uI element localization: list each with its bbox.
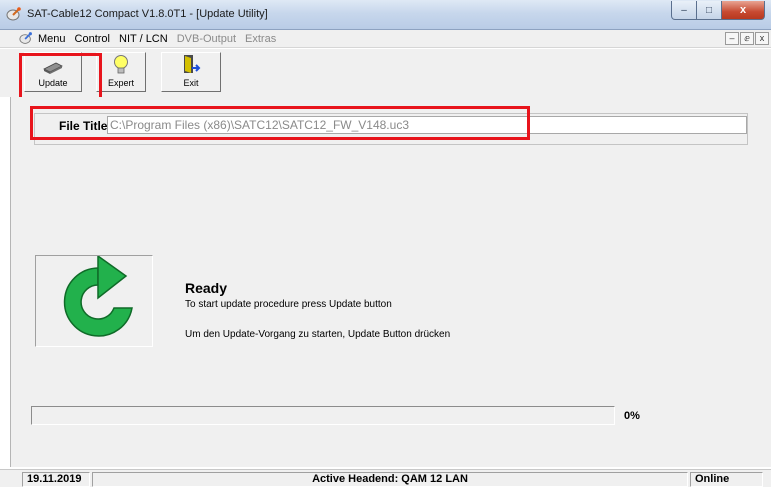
menu-bar: Menu Control NIT / LCN DVB-Output Extras…	[0, 30, 771, 48]
refresh-arrow-icon	[63, 254, 133, 337]
update-progress-bar	[31, 406, 615, 425]
minimize-button[interactable]: –	[671, 1, 697, 20]
status-title: Ready	[185, 280, 228, 296]
window-controls: – □ x	[671, 1, 765, 20]
exit-button[interactable]: Exit	[161, 52, 221, 92]
door-exit-icon	[184, 55, 201, 73]
menu-item-control[interactable]: Control	[75, 33, 110, 45]
status-message-german: Um den Update-Vorgang zu starten, Update…	[185, 329, 451, 340]
menu-item-extras[interactable]: Extras	[245, 33, 276, 45]
close-button[interactable]: x	[722, 1, 765, 20]
status-date: 19.11.2019	[22, 472, 90, 487]
expert-button[interactable]: Expert	[96, 52, 146, 92]
file-title-highlight-box	[30, 106, 530, 140]
status-bar: 19.11.2019 Active Headend: QAM 12 LAN On…	[0, 469, 771, 487]
title-bar[interactable]: SAT-Cable12 Compact V1.8.0T1 - [Update U…	[0, 0, 771, 30]
mdi-restore-button[interactable]: ⅇ	[740, 32, 754, 45]
satellite-dish-icon	[6, 7, 21, 21]
menu-item-menu[interactable]: Menu	[38, 33, 66, 45]
update-highlight-box	[19, 53, 102, 102]
expert-button-label: Expert	[107, 78, 134, 88]
window-title: SAT-Cable12 Compact V1.8.0T1 - [Update U…	[27, 8, 268, 20]
menu-item-dvb-output[interactable]: DVB-Output	[177, 33, 236, 45]
mdi-minimize-button[interactable]: –	[725, 32, 739, 45]
status-icon-frame	[35, 254, 153, 347]
status-message-english: To start update procedure press Update b…	[185, 299, 392, 310]
satellite-dish-icon[interactable]	[19, 31, 33, 46]
exit-button-label: Exit	[183, 78, 199, 88]
maximize-button[interactable]: □	[697, 1, 722, 20]
menu-item-nit-lcn[interactable]: NIT / LCN	[119, 33, 168, 45]
toolbar: Update Expert Exit	[0, 49, 771, 97]
status-headend: Active Headend: QAM 12 LAN	[92, 472, 688, 487]
status-connection: Online	[690, 472, 763, 487]
mdi-close-button[interactable]: x	[755, 32, 769, 45]
progress-percent-label: 0%	[624, 410, 640, 422]
mdi-controls: – ⅇ x	[725, 32, 769, 45]
lightbulb-icon	[114, 55, 128, 74]
